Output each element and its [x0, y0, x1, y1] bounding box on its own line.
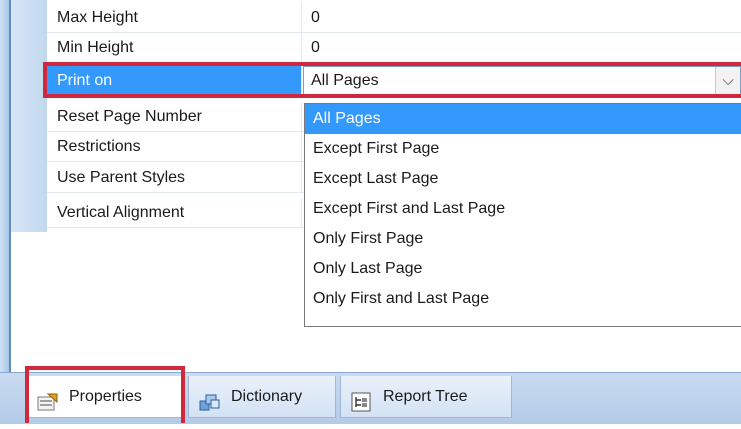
property-value-field[interactable]: 0 [303, 33, 741, 62]
tab-label: Report Tree [383, 388, 468, 405]
dropdown-option[interactable]: Only Last Page [305, 254, 741, 284]
report-tree-icon [351, 387, 373, 412]
property-name: Min Height [47, 33, 302, 62]
tab-dictionary[interactable]: Dictionary [188, 376, 336, 418]
print-on-highlight-box [43, 62, 741, 98]
property-grid-margin [11, 0, 47, 232]
property-name: Restrictions [47, 132, 302, 161]
dropdown-option-selected[interactable]: All Pages [305, 104, 741, 134]
window-frame-left [0, 0, 9, 423]
property-name: Reset Page Number [47, 102, 302, 131]
property-row-min-height[interactable]: Min Height 0 [47, 33, 741, 63]
property-row-max-height[interactable]: Max Height 0 [47, 3, 741, 33]
properties-tab-highlight-box [25, 366, 185, 423]
dropdown-option[interactable]: Except First and Last Page [305, 194, 741, 224]
dropdown-option[interactable]: Except First Page [305, 134, 741, 164]
print-on-dropdown-list[interactable]: All Pages Except First Page Except Last … [304, 103, 741, 327]
dropdown-option[interactable]: Except Last Page [305, 164, 741, 194]
property-value-field[interactable]: 0 [303, 3, 741, 32]
property-name: Vertical Alignment [47, 198, 302, 227]
property-name: Use Parent Styles [47, 163, 302, 192]
tab-label: Dictionary [231, 388, 303, 405]
dropdown-option[interactable]: Only First and Last Page [305, 284, 741, 314]
dropdown-option[interactable]: Only First Page [305, 224, 741, 254]
tab-report-tree[interactable]: Report Tree [340, 376, 512, 418]
dictionary-icon [199, 387, 221, 411]
property-name: Max Height [47, 3, 302, 32]
